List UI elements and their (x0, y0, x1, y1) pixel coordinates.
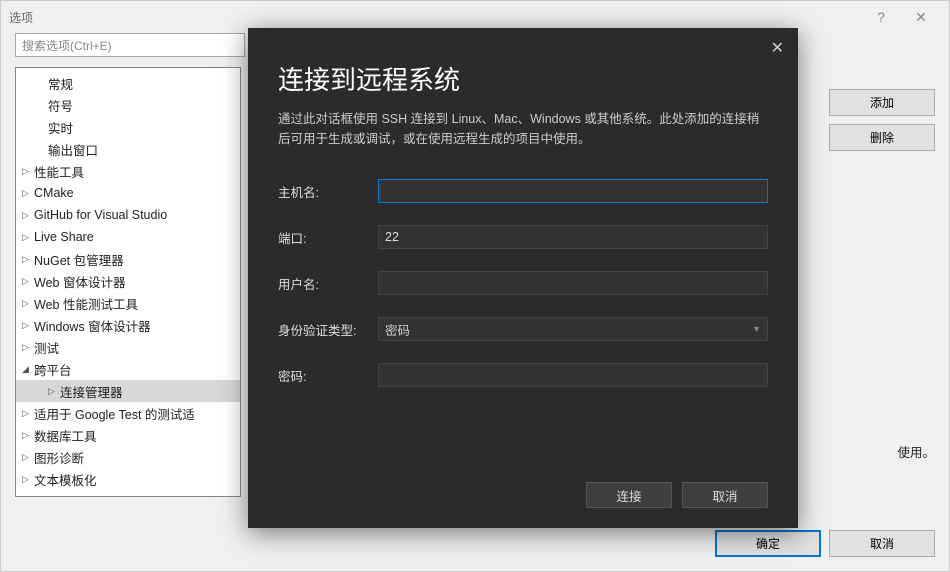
host-label: 主机名: (278, 182, 378, 201)
user-label: 用户名: (278, 274, 378, 293)
chevron-down-icon: ◢ (22, 364, 34, 375)
tree-item-googletest[interactable]: ▷适用于 Google Test 的测试适 (16, 402, 240, 424)
search-input[interactable]: 搜索选项(Ctrl+E) (15, 33, 245, 57)
host-input[interactable] (378, 179, 768, 203)
auth-select[interactable]: 密码 ▼ (378, 317, 768, 341)
tree-item-github[interactable]: ▷GitHub for Visual Studio (16, 204, 240, 226)
chevron-right-icon: ▷ (22, 408, 34, 419)
tree-item-graphics[interactable]: ▷图形诊断 (16, 446, 240, 468)
connect-remote-modal: ✕ 连接到远程系统 通过此对话框使用 SSH 连接到 Linux、Mac、Win… (248, 28, 798, 528)
chevron-right-icon: ▷ (22, 188, 34, 199)
delete-button[interactable]: 删除 (829, 124, 935, 151)
auth-label: 身份验证类型: (278, 320, 378, 339)
search-placeholder: 搜索选项(Ctrl+E) (22, 37, 112, 54)
chevron-right-icon: ▷ (22, 430, 34, 441)
chevron-right-icon: ▷ (22, 166, 34, 177)
modal-title: 连接到远程系统 (248, 28, 798, 109)
tree-item-general[interactable]: 常规 (16, 72, 240, 94)
modal-cancel-button[interactable]: 取消 (682, 482, 768, 508)
chevron-right-icon: ▷ (22, 342, 34, 353)
tree-item-symbols[interactable]: 符号 (16, 94, 240, 116)
port-label: 端口: (278, 228, 378, 247)
password-input[interactable] (378, 363, 768, 387)
options-title: 选项 (9, 9, 33, 26)
user-input[interactable] (378, 271, 768, 295)
tree-item-texttemplate[interactable]: ▷文本模板化 (16, 468, 240, 490)
tree-item-perf[interactable]: ▷性能工具 (16, 160, 240, 182)
connect-button[interactable]: 连接 (586, 482, 672, 508)
chevron-down-icon: ▼ (752, 324, 761, 334)
tree-item-winforms[interactable]: ▷Windows 窗体设计器 (16, 314, 240, 336)
close-icon[interactable]: ✕ (901, 3, 941, 31)
tree-item-liveshare[interactable]: ▷Live Share (16, 226, 240, 248)
tree-item-output[interactable]: 输出窗口 (16, 138, 240, 160)
tree-item-realtime[interactable]: 实时 (16, 116, 240, 138)
chevron-right-icon: ▷ (22, 320, 34, 331)
chevron-right-icon: ▷ (22, 298, 34, 309)
tree-item-nuget[interactable]: ▷NuGet 包管理器 (16, 248, 240, 270)
auth-value: 密码 (385, 320, 410, 339)
add-button[interactable]: 添加 (829, 89, 935, 116)
port-input[interactable] (378, 225, 768, 249)
chevron-right-icon: ▷ (48, 386, 60, 397)
chevron-right-icon: ▷ (22, 232, 34, 243)
ok-button[interactable]: 确定 (715, 530, 821, 557)
tree-item-webperf[interactable]: ▷Web 性能测试工具 (16, 292, 240, 314)
chevron-right-icon: ▷ (22, 210, 34, 221)
password-label: 密码: (278, 366, 378, 385)
chevron-right-icon: ▷ (22, 254, 34, 265)
tree-item-crossplatform[interactable]: ◢跨平台 (16, 358, 240, 380)
tree-item-webforms[interactable]: ▷Web 窗体设计器 (16, 270, 240, 292)
tree-item-cmake[interactable]: ▷CMake (16, 182, 240, 204)
tree-panel: 常规 符号 实时 输出窗口 ▷性能工具 ▷CMake ▷GitHub for V… (15, 67, 241, 497)
modal-close-icon[interactable]: ✕ (771, 38, 784, 58)
tree-item-test[interactable]: ▷测试 (16, 336, 240, 358)
help-icon[interactable]: ? (861, 3, 901, 31)
tree-item-connection-manager[interactable]: ▷连接管理器 (16, 380, 240, 402)
chevron-right-icon: ▷ (22, 452, 34, 463)
chevron-right-icon: ▷ (22, 276, 34, 287)
right-text: 使用。 (897, 442, 935, 461)
modal-description: 通过此对话框使用 SSH 连接到 Linux、Mac、Windows 或其他系统… (248, 109, 798, 169)
chevron-right-icon: ▷ (22, 474, 34, 485)
tree-item-dbtools[interactable]: ▷数据库工具 (16, 424, 240, 446)
cancel-button[interactable]: 取消 (829, 530, 935, 557)
